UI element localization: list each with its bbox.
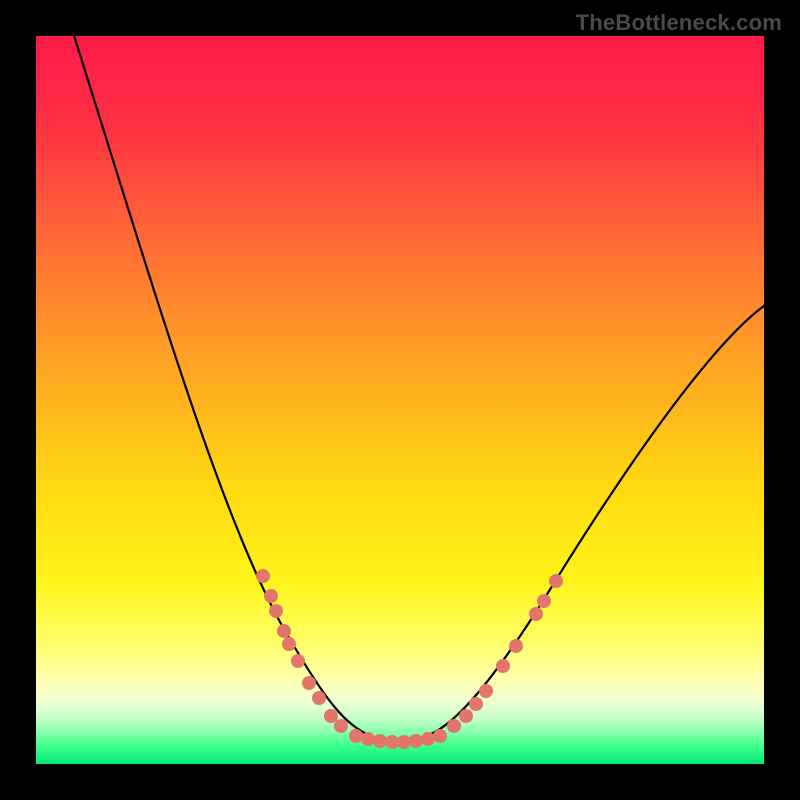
curve-marker (409, 734, 423, 748)
watermark-text: TheBottleneck.com (576, 10, 782, 36)
curve-marker (479, 684, 493, 698)
bottleneck-curve (71, 36, 764, 739)
curve-marker (256, 569, 270, 583)
curve-marker (397, 735, 411, 749)
plot-area (36, 36, 764, 764)
curve-marker (324, 709, 338, 723)
curve-marker (509, 639, 523, 653)
chart-svg (36, 36, 764, 764)
curve-marker (277, 624, 291, 638)
curve-marker (433, 729, 447, 743)
curve-marker (334, 719, 348, 733)
curve-marker (312, 691, 326, 705)
curve-marker (269, 604, 283, 618)
curve-marker (459, 709, 473, 723)
curve-marker (291, 654, 305, 668)
curve-marker (282, 637, 296, 651)
curve-marker (421, 732, 435, 746)
marker-group-left (256, 569, 348, 733)
curve-marker (302, 676, 316, 690)
curve-marker (361, 732, 375, 746)
chart-frame: TheBottleneck.com (0, 0, 800, 800)
curve-marker (496, 659, 510, 673)
curve-marker (529, 607, 543, 621)
curve-marker (447, 719, 461, 733)
curve-marker (537, 594, 551, 608)
curve-marker (264, 589, 278, 603)
curve-marker (549, 574, 563, 588)
curve-marker (469, 697, 483, 711)
curve-marker (373, 734, 387, 748)
curve-marker (385, 735, 399, 749)
curve-marker (349, 729, 363, 743)
